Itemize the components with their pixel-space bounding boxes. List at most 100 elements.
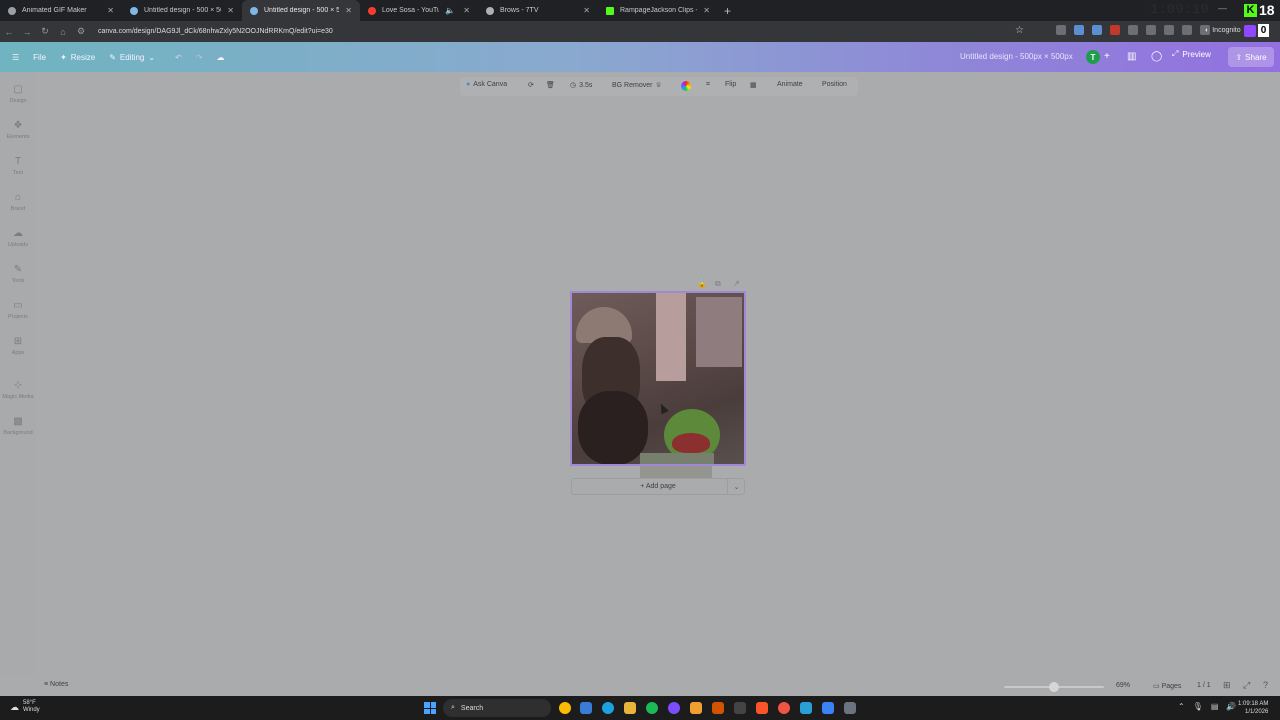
- transparency-icon[interactable]: ▦: [750, 81, 757, 89]
- editor-workspace[interactable]: ▢ Design ❖ Elements T Text ⌂ Brand ☁ Upl…: [0, 72, 1280, 696]
- edge-icon[interactable]: [602, 702, 614, 714]
- design-title[interactable]: Untitled design - 500px × 500px: [960, 52, 1073, 61]
- back-icon[interactable]: ←: [0, 27, 18, 37]
- position-button[interactable]: Position: [822, 81, 847, 88]
- ask-canva-button[interactable]: ● Ask Canva: [466, 81, 507, 88]
- mic-icon[interactable]: 🎙: [1193, 702, 1203, 711]
- app-icon[interactable]: [712, 702, 724, 714]
- tray-chevron-icon[interactable]: ⌃: [1178, 702, 1185, 711]
- insights-icon[interactable]: ▥: [1127, 51, 1136, 62]
- task-view-icon[interactable]: [580, 702, 592, 714]
- brave-icon[interactable]: [756, 702, 768, 714]
- close-tab-icon[interactable]: ✕: [583, 6, 590, 15]
- browser-tab[interactable]: Brows - 7TV ✕: [478, 0, 598, 21]
- redo-icon[interactable]: ↷: [196, 53, 203, 62]
- browser-tab-active[interactable]: Untitled design - 500 × 500px ✕: [242, 0, 360, 21]
- spotify-icon[interactable]: [646, 702, 658, 714]
- file-menu[interactable]: File: [33, 53, 46, 62]
- animate-button[interactable]: Animate: [777, 81, 803, 88]
- bg-remover-button[interactable]: BG Remover ♛: [612, 81, 662, 90]
- zoom-slider-handle[interactable]: [1049, 682, 1059, 692]
- share-page-icon[interactable]: ↗: [733, 279, 740, 288]
- browser-tab[interactable]: RampageJackson Clips - Watch ✕: [598, 0, 718, 21]
- duplicate-page-icon[interactable]: ⧉: [715, 279, 721, 289]
- minimize-icon[interactable]: —: [1218, 3, 1227, 13]
- browser-tab[interactable]: Love Sosa - YouTube 🔈 ✕: [360, 0, 478, 21]
- browser-tab[interactable]: Untitled design - 500 × 500px ✕: [122, 0, 242, 21]
- trash-icon[interactable]: 🗑: [546, 81, 555, 89]
- menu-icon[interactable]: ☰: [12, 53, 19, 62]
- weather-widget[interactable]: ☁ 58°F Windy: [10, 700, 40, 714]
- close-tab-icon[interactable]: ✕: [345, 6, 352, 15]
- sidebar-item-design[interactable]: ▢ Design: [0, 84, 36, 104]
- terminal-icon[interactable]: [734, 702, 746, 714]
- speaker-icon[interactable]: 🔈: [445, 6, 455, 15]
- sidebar-item-projects[interactable]: ▭ Projects: [0, 300, 36, 320]
- reload-icon[interactable]: ↻: [36, 26, 54, 37]
- extension-icon[interactable]: [1074, 25, 1084, 35]
- app-icon[interactable]: [690, 702, 702, 714]
- avatar[interactable]: T: [1086, 50, 1100, 64]
- resize-button[interactable]: ✦ Resize: [60, 53, 95, 62]
- close-tab-icon[interactable]: ✕: [463, 6, 470, 15]
- extension-icon[interactable]: [1146, 25, 1156, 35]
- pages-button[interactable]: ▭ Pages: [1153, 682, 1181, 690]
- sidebar-item-uploads[interactable]: ☁ Uploads: [0, 228, 36, 248]
- taskbar-search[interactable]: ⌕ Search: [443, 699, 551, 717]
- zoom-value[interactable]: 69%: [1116, 682, 1130, 689]
- app-icon[interactable]: [822, 702, 834, 714]
- taskbar-clock[interactable]: 1:09:18 AM 1/1/2026: [1238, 700, 1268, 716]
- comment-icon[interactable]: ◯: [1151, 51, 1162, 62]
- sidebar-item-tools[interactable]: ✎ Tools: [0, 264, 36, 284]
- design-canvas-image[interactable]: [570, 291, 746, 466]
- add-page-chevron-icon[interactable]: ⌄: [727, 478, 745, 495]
- help-icon[interactable]: ?: [1263, 680, 1268, 690]
- volume-icon[interactable]: 🔊: [1226, 702, 1236, 711]
- sidebar-item-text[interactable]: T Text: [0, 156, 36, 176]
- sidebar-item-apps[interactable]: ⊞ Apps: [0, 336, 36, 356]
- color-edit-button[interactable]: [681, 81, 691, 91]
- flip-button[interactable]: Flip: [725, 81, 736, 88]
- chrome-icon[interactable]: [559, 702, 571, 714]
- lock-icon[interactable]: 🔒: [697, 279, 707, 288]
- sidebar-item-background[interactable]: ▩ Background: [0, 416, 36, 436]
- duration-button[interactable]: ◷ 3.5s: [570, 81, 592, 90]
- home-icon[interactable]: ⌂: [54, 27, 72, 37]
- cloud-save-icon[interactable]: ☁: [217, 53, 225, 62]
- close-tab-icon[interactable]: ✕: [107, 6, 114, 15]
- network-icon[interactable]: ▤: [1211, 702, 1219, 711]
- file-explorer-icon[interactable]: [624, 702, 636, 714]
- grid-view-icon[interactable]: ⊞: [1223, 680, 1231, 691]
- url-field[interactable]: canva.com/design/DAG9Jl_dCk/68nhwZxly5N2…: [98, 28, 333, 35]
- add-page-button[interactable]: + Add page: [571, 478, 745, 495]
- replace-icon[interactable]: ⟳: [528, 81, 534, 89]
- site-info-icon[interactable]: ⚙: [72, 26, 90, 37]
- crop-icon[interactable]: ⌗: [706, 81, 710, 89]
- sidebar-item-elements[interactable]: ❖ Elements: [0, 120, 36, 140]
- fullscreen-icon[interactable]: ⤢: [1243, 680, 1250, 691]
- add-collaborator-icon[interactable]: +: [1104, 51, 1110, 62]
- preview-button[interactable]: ⤢ Preview: [1172, 49, 1211, 59]
- app-icon[interactable]: [668, 702, 680, 714]
- sidebar-item-magic-media[interactable]: ⊹ Magic Media: [0, 380, 36, 400]
- forward-icon[interactable]: →: [18, 27, 36, 37]
- undo-icon[interactable]: ↶: [175, 53, 182, 62]
- extension-icon[interactable]: [1128, 25, 1138, 35]
- download-icon[interactable]: [1182, 25, 1192, 35]
- incognito-indicator[interactable]: ◐ Incognito: [1205, 27, 1241, 34]
- new-tab-button[interactable]: +: [724, 4, 731, 18]
- start-button[interactable]: [424, 702, 436, 714]
- extension-icon[interactable]: [1092, 25, 1102, 35]
- editing-mode-button[interactable]: ✎ Editing ⌄: [109, 53, 155, 62]
- close-tab-icon[interactable]: ✕: [227, 6, 234, 15]
- browser-tab[interactable]: Animated GIF Maker ✕: [0, 0, 122, 21]
- sidebar-item-brand[interactable]: ⌂ Brand: [0, 192, 36, 212]
- steam-icon[interactable]: [800, 702, 812, 714]
- app-icon[interactable]: [844, 702, 856, 714]
- share-button[interactable]: ⇪ Share: [1228, 47, 1274, 67]
- extension-icon[interactable]: [1056, 25, 1066, 35]
- notes-button[interactable]: ≡ Notes: [44, 681, 68, 688]
- bookmark-star-icon[interactable]: ☆: [1015, 25, 1024, 36]
- extension-icon[interactable]: [1164, 25, 1174, 35]
- close-tab-icon[interactable]: ✕: [703, 6, 710, 15]
